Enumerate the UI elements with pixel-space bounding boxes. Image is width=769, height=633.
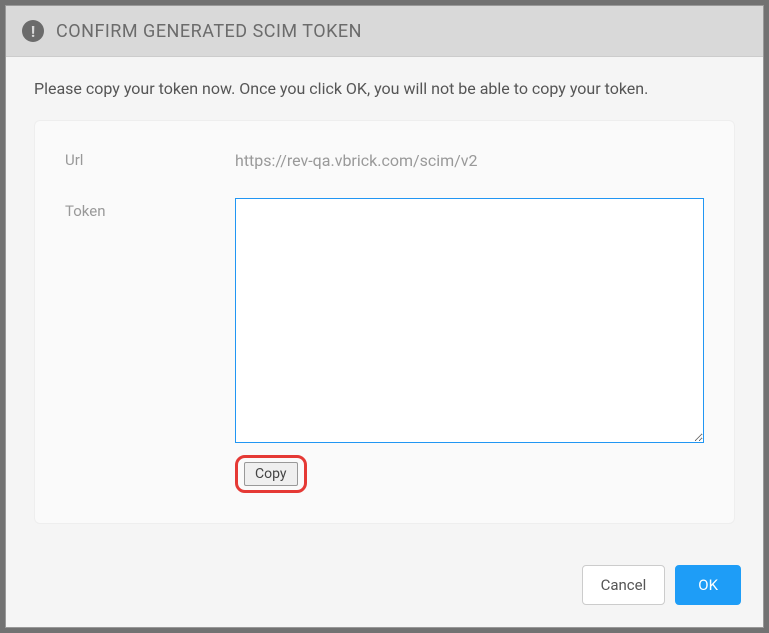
token-textarea[interactable]	[235, 198, 704, 443]
cancel-button[interactable]: Cancel	[582, 565, 666, 605]
confirm-token-modal: ! CONFIRM GENERATED SCIM TOKEN Please co…	[5, 5, 764, 628]
token-panel: Url https://rev-qa.vbrick.com/scim/v2 To…	[34, 120, 735, 524]
token-label: Token	[65, 198, 235, 220]
token-field-row: Token	[65, 198, 704, 443]
ok-button[interactable]: OK	[675, 565, 741, 605]
url-label: Url	[65, 147, 235, 169]
exclamation-icon: !	[22, 20, 44, 42]
modal-footer: Cancel OK	[6, 549, 763, 627]
modal-title: CONFIRM GENERATED SCIM TOKEN	[56, 21, 362, 42]
modal-body: Please copy your token now. Once you cli…	[6, 57, 763, 549]
copy-highlight-annotation: Copy	[235, 455, 307, 493]
copy-button[interactable]: Copy	[244, 462, 298, 486]
modal-header: ! CONFIRM GENERATED SCIM TOKEN	[6, 6, 763, 57]
copy-row: Copy	[235, 455, 704, 493]
url-value: https://rev-qa.vbrick.com/scim/v2	[235, 147, 477, 170]
instruction-text: Please copy your token now. Once you cli…	[34, 79, 735, 98]
url-field-row: Url https://rev-qa.vbrick.com/scim/v2	[65, 147, 704, 170]
